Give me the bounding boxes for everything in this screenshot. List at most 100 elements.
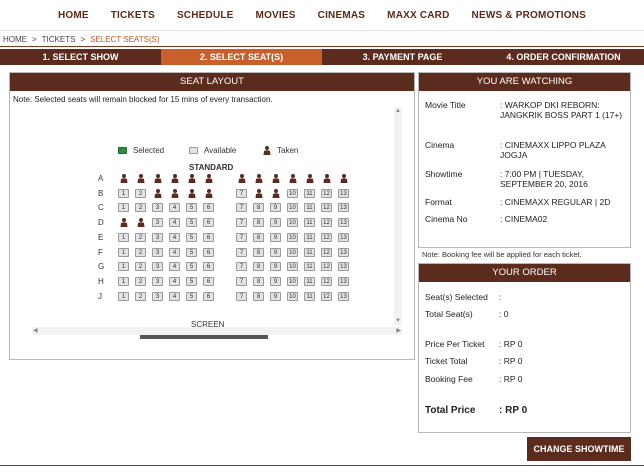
- seat-b-12[interactable]: 12: [321, 188, 332, 198]
- seat-c-7[interactable]: 7: [236, 203, 247, 213]
- seat-g-1[interactable]: 1: [118, 262, 129, 272]
- seat-h-12[interactable]: 12: [321, 276, 332, 286]
- seat-j-13[interactable]: 13: [338, 291, 349, 301]
- nav-news-promotions[interactable]: NEWS & PROMOTIONS: [472, 10, 587, 21]
- seat-h-10[interactable]: 10: [287, 276, 298, 286]
- seat-g-5[interactable]: 5: [186, 262, 197, 272]
- seat-e-7[interactable]: 7: [236, 232, 247, 242]
- seat-e-10[interactable]: 10: [287, 232, 298, 242]
- seat-j-11[interactable]: 11: [304, 291, 315, 301]
- seat-h-8[interactable]: 8: [253, 276, 264, 286]
- seat-d-10[interactable]: 10: [287, 218, 298, 228]
- seat-g-12[interactable]: 12: [321, 262, 332, 272]
- seat-g-6[interactable]: 6: [203, 262, 214, 272]
- seat-e-11[interactable]: 11: [304, 232, 315, 242]
- vertical-scrollbar[interactable]: ▲ ▼: [394, 107, 402, 325]
- seat-j-10[interactable]: 10: [287, 291, 298, 301]
- seat-f-1[interactable]: 1: [118, 247, 129, 257]
- breadcrumb-home[interactable]: HOME: [3, 35, 27, 44]
- nav-schedule[interactable]: SCHEDULE: [177, 10, 234, 21]
- seat-g-10[interactable]: 10: [287, 262, 298, 272]
- seat-j-3[interactable]: 3: [152, 291, 163, 301]
- scroll-down-icon[interactable]: ▼: [395, 318, 401, 324]
- scroll-left-icon[interactable]: ◀: [33, 327, 38, 334]
- seat-e-8[interactable]: 8: [253, 232, 264, 242]
- seat-e-2[interactable]: 2: [135, 232, 146, 242]
- seat-f-11[interactable]: 11: [304, 247, 315, 257]
- seat-g-7[interactable]: 7: [236, 262, 247, 272]
- seat-g-4[interactable]: 4: [169, 262, 180, 272]
- seat-f-7[interactable]: 7: [236, 247, 247, 257]
- seat-f-12[interactable]: 12: [321, 247, 332, 257]
- seat-d-3[interactable]: 3: [152, 218, 163, 228]
- seat-h-13[interactable]: 13: [338, 276, 349, 286]
- seat-g-8[interactable]: 8: [253, 262, 264, 272]
- seat-j-1[interactable]: 1: [118, 291, 129, 301]
- seat-j-7[interactable]: 7: [236, 291, 247, 301]
- seat-c-13[interactable]: 13: [338, 203, 349, 213]
- seat-b-1[interactable]: 1: [118, 188, 129, 198]
- seat-h-11[interactable]: 11: [304, 276, 315, 286]
- seat-c-9[interactable]: 9: [270, 203, 281, 213]
- seat-d-11[interactable]: 11: [304, 218, 315, 228]
- seat-c-11[interactable]: 11: [304, 203, 315, 213]
- seat-d-6[interactable]: 6: [203, 218, 214, 228]
- seat-c-1[interactable]: 1: [118, 203, 129, 213]
- change-showtime-button[interactable]: CHANGE SHOWTIME: [527, 437, 631, 461]
- seat-j-6[interactable]: 6: [203, 291, 214, 301]
- seat-j-2[interactable]: 2: [135, 291, 146, 301]
- seat-e-5[interactable]: 5: [186, 232, 197, 242]
- nav-movies[interactable]: MOVIES: [256, 10, 296, 21]
- seat-h-5[interactable]: 5: [186, 276, 197, 286]
- seat-f-2[interactable]: 2: [135, 247, 146, 257]
- seat-b-7[interactable]: 7: [236, 188, 247, 198]
- seat-c-8[interactable]: 8: [253, 203, 264, 213]
- nav-tickets[interactable]: TICKETS: [111, 10, 155, 21]
- seat-j-8[interactable]: 8: [253, 291, 264, 301]
- seat-g-13[interactable]: 13: [338, 262, 349, 272]
- seat-c-4[interactable]: 4: [169, 203, 180, 213]
- seat-b-11[interactable]: 11: [304, 188, 315, 198]
- seat-e-6[interactable]: 6: [203, 232, 214, 242]
- seat-b-10[interactable]: 10: [287, 188, 298, 198]
- seat-d-7[interactable]: 7: [236, 218, 247, 228]
- seat-e-4[interactable]: 4: [169, 232, 180, 242]
- seat-h-2[interactable]: 2: [135, 276, 146, 286]
- scroll-right-icon[interactable]: ▶: [396, 327, 401, 334]
- breadcrumb-tickets[interactable]: TICKETS: [42, 35, 76, 44]
- seat-g-11[interactable]: 11: [304, 262, 315, 272]
- nav-home[interactable]: HOME: [58, 10, 89, 21]
- seat-d-9[interactable]: 9: [270, 218, 281, 228]
- horizontal-scrollbar[interactable]: ◀ ▶: [32, 327, 402, 335]
- seat-j-9[interactable]: 9: [270, 291, 281, 301]
- seat-j-12[interactable]: 12: [321, 291, 332, 301]
- seat-f-6[interactable]: 6: [203, 247, 214, 257]
- seat-g-3[interactable]: 3: [152, 262, 163, 272]
- seat-f-4[interactable]: 4: [169, 247, 180, 257]
- seat-d-5[interactable]: 5: [186, 218, 197, 228]
- seat-g-9[interactable]: 9: [270, 262, 281, 272]
- seat-h-6[interactable]: 6: [203, 276, 214, 286]
- seat-g-2[interactable]: 2: [135, 262, 146, 272]
- seat-e-3[interactable]: 3: [152, 232, 163, 242]
- seat-f-5[interactable]: 5: [186, 247, 197, 257]
- seat-f-13[interactable]: 13: [338, 247, 349, 257]
- seat-d-13[interactable]: 13: [338, 218, 349, 228]
- seat-c-5[interactable]: 5: [186, 203, 197, 213]
- seat-b-2[interactable]: 2: [135, 188, 146, 198]
- seat-d-8[interactable]: 8: [253, 218, 264, 228]
- seat-e-12[interactable]: 12: [321, 232, 332, 242]
- seat-j-5[interactable]: 5: [186, 291, 197, 301]
- seat-e-13[interactable]: 13: [338, 232, 349, 242]
- seat-c-10[interactable]: 10: [287, 203, 298, 213]
- seat-d-4[interactable]: 4: [169, 218, 180, 228]
- seat-h-1[interactable]: 1: [118, 276, 129, 286]
- seat-h-4[interactable]: 4: [169, 276, 180, 286]
- scroll-up-icon[interactable]: ▲: [395, 108, 401, 114]
- seat-d-12[interactable]: 12: [321, 218, 332, 228]
- seat-c-3[interactable]: 3: [152, 203, 163, 213]
- seat-c-6[interactable]: 6: [203, 203, 214, 213]
- seat-e-9[interactable]: 9: [270, 232, 281, 242]
- nav-maxx-card[interactable]: MAXX CARD: [387, 10, 449, 21]
- seat-c-2[interactable]: 2: [135, 203, 146, 213]
